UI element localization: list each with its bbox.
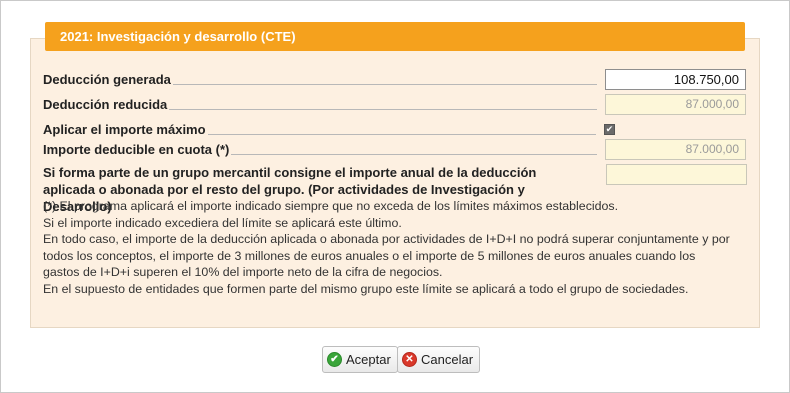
- note-line: En todo caso, el importe de la deducción…: [43, 232, 730, 279]
- importe-deducible-label: Importe deducible en cuota (*): [43, 141, 230, 157]
- accept-button[interactable]: ✔ Aceptar: [322, 346, 398, 373]
- accept-button-label: Aceptar: [346, 352, 391, 367]
- row-deduccion-reducida: Deducción reducida 87.000,00: [43, 93, 746, 115]
- deduccion-reducida-label: Deducción reducida: [43, 96, 168, 112]
- deduccion-generada-label: Deducción generada: [43, 71, 171, 87]
- dotted-leader: [207, 134, 596, 135]
- row-importe-deducible: Importe deducible en cuota (*) 87.000,00: [43, 138, 746, 160]
- x-circle-icon: ✕: [402, 352, 417, 367]
- aplicar-maximo-checkbox[interactable]: ✔: [604, 123, 615, 135]
- importe-deducible-field: 87.000,00: [605, 138, 746, 160]
- row-deduccion-generada: Deducción generada 108.750,00: [43, 68, 746, 90]
- notes-block: (*) El programa aplicará el importe indi…: [43, 198, 733, 297]
- dotted-leader: [172, 84, 597, 85]
- deduccion-generada-input[interactable]: 108.750,00: [605, 68, 746, 90]
- dotted-leader: [231, 154, 597, 155]
- note-line: Si el importe indicado excediera del lím…: [43, 215, 402, 230]
- note-line: (*) El programa aplicará el importe indi…: [43, 199, 619, 213]
- panel-title: 2021: Investigación y desarrollo (CTE): [45, 22, 745, 51]
- cancel-button[interactable]: ✕ Cancelar: [397, 346, 481, 373]
- row-aplicar-maximo: Aplicar el importe máximo ✔: [43, 118, 746, 140]
- check-circle-icon: ✔: [327, 352, 342, 367]
- note-line: En el supuesto de entidades que formen p…: [43, 281, 689, 296]
- cancel-button-label: Cancelar: [421, 352, 474, 367]
- grupo-mercantil-input[interactable]: [606, 164, 747, 185]
- deduccion-reducida-field: 87.000,00: [605, 93, 746, 115]
- aplicar-maximo-label: Aplicar el importe máximo: [43, 121, 206, 137]
- dotted-leader: [169, 109, 597, 110]
